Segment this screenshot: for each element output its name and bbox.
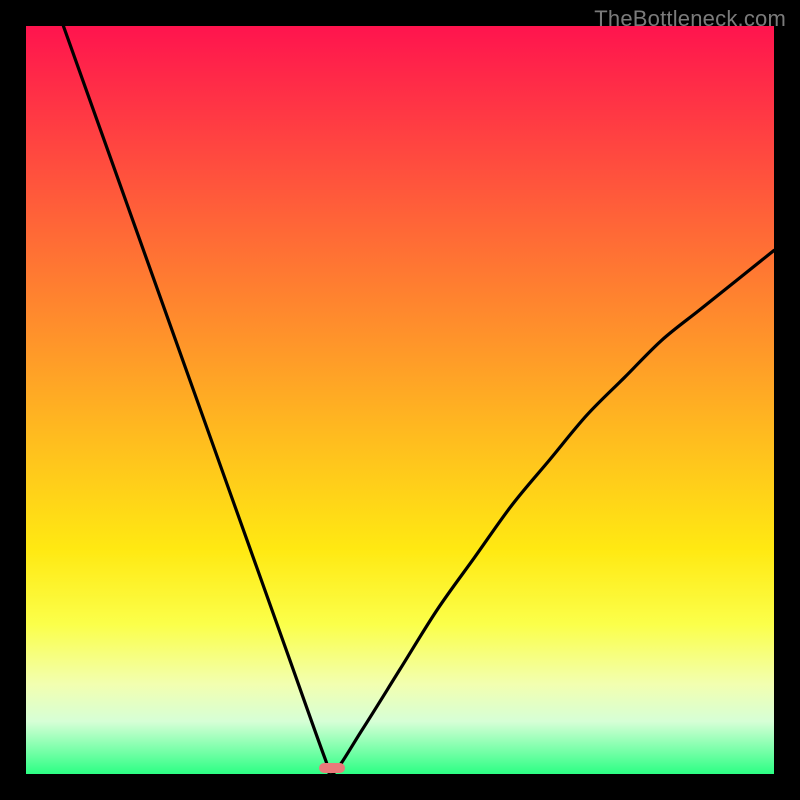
bottleneck-curve (26, 26, 774, 774)
plot-area (26, 26, 774, 774)
watermark-text: TheBottleneck.com (594, 6, 786, 32)
optimum-marker (319, 763, 345, 773)
chart-frame: TheBottleneck.com (0, 0, 800, 800)
